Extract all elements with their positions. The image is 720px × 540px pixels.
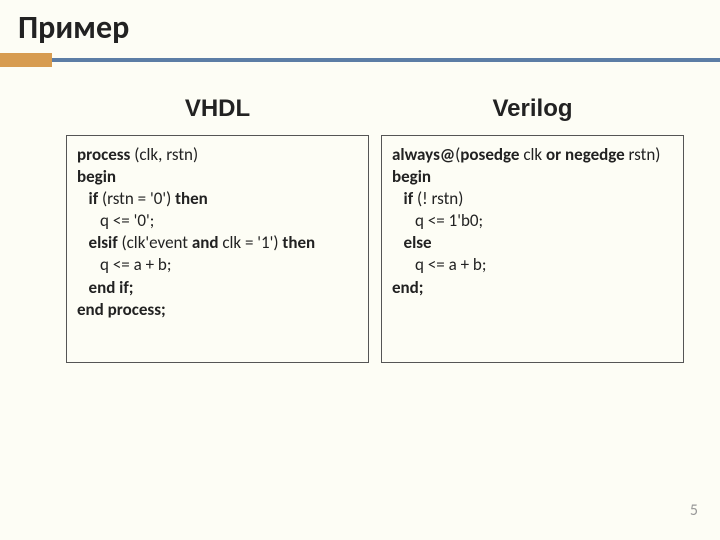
code-line: always@(posedge clk or negedge rstn)	[392, 144, 673, 166]
code-line: begin	[392, 166, 673, 188]
rule-accent	[0, 53, 52, 67]
content-columns: VHDL process (clk, rstn) begin if (rstn …	[0, 67, 720, 363]
code-line: q <= '0';	[77, 210, 358, 232]
left-column: VHDL process (clk, rstn) begin if (rstn …	[60, 95, 375, 363]
slide-title: Пример	[18, 8, 720, 47]
page-number: 5	[690, 501, 698, 520]
code-line: begin	[77, 166, 358, 188]
code-line: end if;	[77, 277, 358, 299]
code-line: end process;	[77, 299, 358, 321]
vhdl-code-box: process (clk, rstn) begin if (rstn = '0'…	[66, 135, 369, 363]
code-line: q <= a + b;	[392, 254, 673, 276]
right-column: Verilog always@(posedge clk or negedge r…	[375, 95, 690, 363]
code-line: q <= 1'b0;	[392, 210, 673, 232]
code-line: q <= a + b;	[77, 254, 358, 276]
code-line: else	[392, 232, 673, 254]
code-line: if (rstn = '0') then	[77, 188, 358, 210]
rule-line	[52, 58, 720, 62]
title-rule	[0, 53, 720, 67]
right-header: Verilog	[381, 95, 684, 135]
left-header: VHDL	[66, 95, 369, 135]
code-line: elsif (clk'event and clk = '1') then	[77, 232, 358, 254]
code-line: end;	[392, 277, 673, 299]
code-line: process (clk, rstn)	[77, 144, 358, 166]
verilog-code-box: always@(posedge clk or negedge rstn) beg…	[381, 135, 684, 363]
code-line: if (! rstn)	[392, 188, 673, 210]
